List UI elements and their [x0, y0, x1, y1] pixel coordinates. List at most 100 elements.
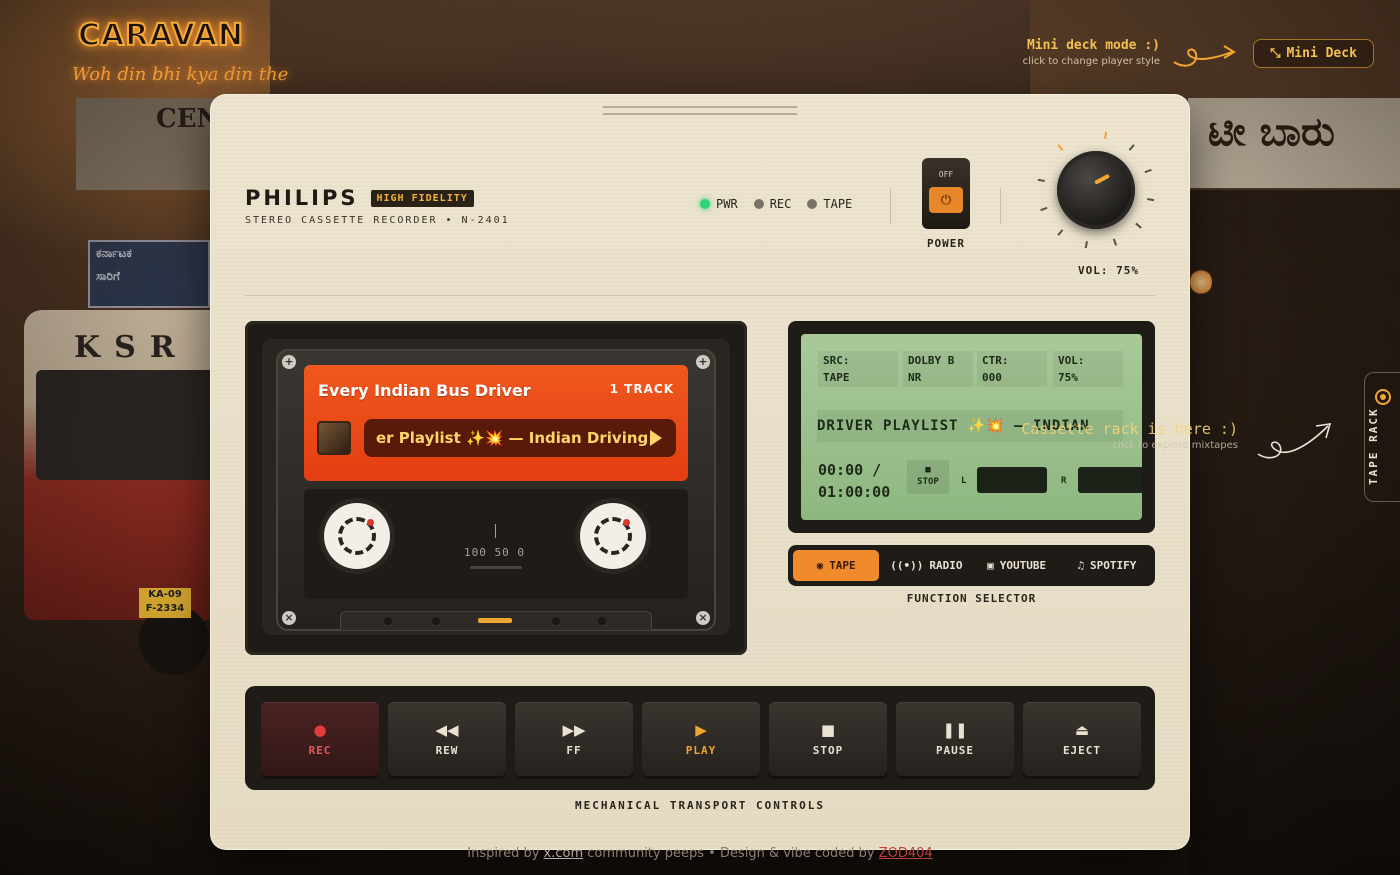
lcd-state: ■ STOP: [907, 460, 949, 494]
rec-button[interactable]: ● REC: [261, 702, 379, 776]
led-pwr: PWR: [700, 197, 738, 211]
cassette-label: Every Indian Bus Driver 1 TRACK er Playl…: [304, 365, 688, 481]
volume-label: VOL: 75%: [1078, 264, 1139, 277]
radio-icon: ((•)): [890, 559, 924, 572]
power-off-label: OFF: [938, 170, 954, 179]
lcd-src: SRC: TAPE: [818, 351, 898, 387]
led-rec: REC: [753, 197, 791, 211]
background-lamp: [1190, 268, 1212, 296]
screw-icon: ×: [696, 611, 710, 625]
cassette-player: PHILIPS HIGH FIDELITY STEREO CASSETTE RE…: [210, 94, 1190, 850]
power-label: POWER: [926, 237, 966, 250]
background-tea-sign: ಟೀ ಬಾರು: [1188, 98, 1400, 188]
tape-rack-hint: Cassette rack is here :) click to explor…: [1008, 420, 1238, 451]
record-icon: ●: [313, 720, 327, 739]
cassette-icon: ◉: [816, 559, 824, 572]
model-text: STEREO CASSETTE RECORDER • N-2401: [245, 215, 510, 226]
rewind-button[interactable]: ◀◀ REW: [388, 702, 506, 776]
background-cen-sign: CEN: [76, 98, 220, 190]
background-bus: KSR KA-09 F-2334: [24, 310, 224, 675]
led-rec-indicator: [753, 199, 764, 209]
cassette-icon: [1375, 389, 1391, 405]
led-pwr-indicator: [700, 199, 710, 209]
power-icon[interactable]: ⏻: [929, 187, 963, 213]
brand-name: PHILIPS: [245, 186, 359, 210]
status-leds: PWR REC TAPE: [700, 197, 852, 211]
divider: [245, 295, 1155, 296]
volume-knob[interactable]: [1057, 151, 1135, 229]
fast-forward-button[interactable]: ▶▶ FF: [515, 702, 633, 776]
function-tape[interactable]: ◉ TAPE: [793, 550, 880, 581]
volume-knob-area: [1030, 131, 1160, 264]
power-switch[interactable]: OFF ⏻: [922, 158, 970, 229]
lcd-counter: CTR: 000: [977, 351, 1047, 387]
hifi-badge: HIGH FIDELITY: [370, 189, 474, 207]
led-tape-indicator: [807, 199, 818, 209]
track-thumbnail: [317, 421, 351, 455]
cassette-bay: + + × × Every Indian Bus Driver 1 TRACK …: [245, 321, 747, 655]
screw-icon: ×: [282, 611, 296, 625]
fast-forward-icon: ▶▶: [562, 720, 586, 739]
function-selector: ◉ TAPE ((•)) RADIO ▣ YOUTUBE ♫ SPOTIFY: [788, 545, 1155, 586]
tape-rack-label: TAPE RACK: [1367, 407, 1380, 485]
background-tea-stall: [1188, 190, 1400, 875]
play-icon: [650, 430, 662, 446]
function-radio[interactable]: ((•)) RADIO: [883, 550, 969, 581]
tape-rack-hint-title: Cassette rack is here :): [1021, 420, 1238, 438]
footer: Inspired by x.com community peeps • Desi…: [467, 846, 933, 861]
now-playing-bar[interactable]: er Playlist ✨💥 — Indian Driving: [364, 419, 676, 457]
footer-link-x[interactable]: x.com: [544, 846, 584, 861]
led-tape: TAPE: [807, 197, 852, 211]
right-level-meter: [1078, 467, 1142, 493]
screw-icon: +: [282, 355, 296, 369]
function-youtube[interactable]: ▣ YOUTUBE: [974, 550, 1060, 581]
mini-deck-hint-subtitle: click to change player style: [1022, 56, 1160, 67]
music-note-icon: ♫: [1077, 559, 1084, 572]
left-channel-label: L: [961, 476, 967, 486]
stop-icon: ■: [925, 465, 931, 475]
tape-counter-scale: 100 50 0: [464, 546, 525, 559]
mini-deck-button-label: Mini Deck: [1286, 46, 1357, 61]
right-reel: [580, 503, 646, 569]
lcd-time: 00:00 /01:00:00: [818, 461, 891, 501]
left-reel: [324, 503, 390, 569]
tape-window: 100 50 0: [304, 489, 688, 599]
track-count: 1 TRACK: [609, 382, 674, 396]
divider: [1000, 188, 1001, 224]
eject-button[interactable]: ⏏ EJECT: [1023, 702, 1141, 776]
tape-rack-arrow-icon: [1257, 423, 1332, 459]
screw-icon: +: [696, 355, 710, 369]
rewind-icon: ◀◀: [435, 720, 459, 739]
stop-icon: ■: [820, 720, 836, 739]
play-icon: ▶: [695, 720, 707, 739]
cassette-bottom-edge: [340, 611, 652, 631]
tape-rack-hint-subtitle: click to explore mixtapes: [1112, 440, 1238, 451]
tape-rack-tab[interactable]: TAPE RACK: [1364, 372, 1400, 502]
collapse-icon: ⤡: [1270, 46, 1281, 61]
background-blue-sign: ಕರ್ನಾಟಕ ಸಾರಿಗೆ: [88, 240, 210, 308]
youtube-icon: ▣: [987, 559, 994, 572]
lcd-volume: VOL: 75%: [1053, 351, 1123, 387]
pause-icon: ❚❚: [942, 720, 968, 739]
footer-link-author[interactable]: ZOD404: [879, 846, 933, 861]
brand-block: PHILIPS HIGH FIDELITY: [245, 186, 474, 210]
mini-deck-button[interactable]: ⤡ Mini Deck: [1253, 39, 1374, 68]
volume-knob-indicator: [1094, 173, 1111, 185]
stop-button[interactable]: ■ STOP: [769, 702, 887, 776]
transport-controls: ● REC ◀◀ REW ▶▶ FF ▶ PLAY ■ STOP ❚❚ PAUSE ⏏ EJE…: [245, 686, 1155, 790]
mini-deck-hint-title: Mini deck mode :): [1026, 38, 1160, 53]
function-spotify[interactable]: ♫ SPOTIFY: [1064, 550, 1150, 581]
eject-icon: ⏏: [1074, 720, 1090, 739]
transport-label: MECHANICAL TRANSPORT CONTROLS: [574, 799, 826, 812]
cassette-tape[interactable]: + + × × Every Indian Bus Driver 1 TRACK …: [276, 349, 716, 631]
now-playing-title: er Playlist ✨💥 — Indian Driving: [376, 429, 649, 447]
mini-deck-arrow-icon: [1173, 45, 1236, 67]
right-channel-label: R: [1061, 476, 1067, 486]
mixtape-title: Every Indian Bus Driver: [318, 381, 531, 400]
play-button[interactable]: ▶ PLAY: [642, 702, 760, 776]
left-level-meter: [977, 467, 1047, 493]
app-logo: CARAVAN: [77, 17, 245, 54]
pause-button[interactable]: ❚❚ PAUSE: [896, 702, 1014, 776]
divider: [890, 188, 891, 224]
mini-deck-hint: Mini deck mode :) click to change player…: [1023, 38, 1160, 67]
